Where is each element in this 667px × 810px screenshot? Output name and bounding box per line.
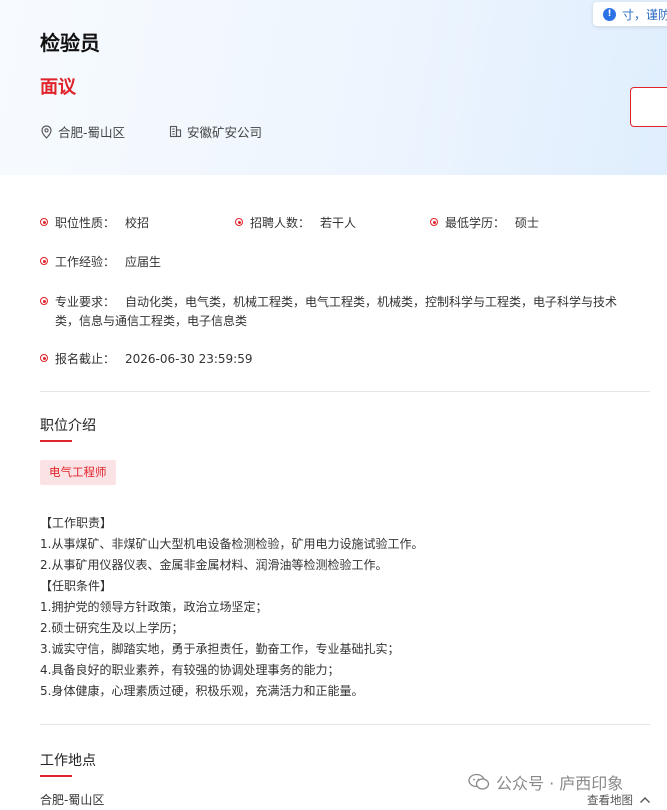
- recruit-count: 招聘人数： 若干人: [235, 214, 356, 233]
- major-requirement: 专业要求： 自动化类，电气类，机械工程类，电气工程类，机械类，控制科学与工程类，电…: [40, 293, 640, 331]
- job-title: 检验员: [40, 31, 100, 55]
- bullet-dot-icon: [40, 297, 48, 305]
- company-name: 安徽矿安公司: [187, 125, 263, 140]
- work-experience: 工作经验： 应届生: [40, 253, 161, 272]
- bullet-dot-icon: [235, 218, 243, 226]
- building-icon: [169, 125, 182, 138]
- info-icon: !: [603, 7, 616, 21]
- chevron-up-icon: [640, 797, 650, 803]
- watermark: 公众号 · 庐西印象: [468, 770, 623, 794]
- description-line: 5.身体健康，心理素质过硬，积极乐观，充满活力和正能量。: [40, 684, 364, 698]
- major-requirement-text: 专业要求： 自动化类，电气类，机械工程类，电气工程类，机械类，控制科学与工程类，电…: [55, 293, 640, 331]
- recruit-count-label: 招聘人数：: [250, 216, 311, 230]
- bullet-dot-icon: [40, 354, 48, 362]
- description-line: 1.拥护党的领导方针政策，政治立场坚定；: [40, 600, 268, 614]
- wechat-icon: [468, 773, 490, 790]
- company[interactable]: 安徽矿安公司: [169, 122, 262, 141]
- min-education: 最低学历： 硕士: [430, 214, 539, 233]
- job-nature-value: 校招: [125, 216, 150, 230]
- salary: 面议: [40, 77, 76, 98]
- section-title-work-location: 工作地点: [40, 750, 96, 777]
- deadline: 报名截止： 2026-06-30 23:59:59: [40, 350, 252, 369]
- job-location-text: 合肥-蜀山区: [58, 125, 126, 140]
- divider: [40, 391, 650, 392]
- job-location: 合肥-蜀山区: [40, 122, 125, 141]
- deadline-label: 报名截止：: [55, 352, 116, 366]
- description-line: 3.诚实守信，脚踏实地，勇于承担责任，勤奋工作，专业基础扎实；: [40, 642, 400, 656]
- recruit-count-value: 若干人: [320, 216, 357, 230]
- bullet-dot-icon: [40, 218, 48, 226]
- description-line: 【工作职责】: [40, 516, 113, 530]
- job-nature-label: 职位性质：: [55, 216, 116, 230]
- major-requirement-label: 专业要求：: [55, 295, 116, 309]
- description-line: 2.硕士研究生及以上学历；: [40, 621, 184, 635]
- deadline-value: 2026-06-30 23:59:59: [125, 352, 253, 366]
- bullet-dot-icon: [40, 257, 48, 265]
- work-experience-value: 应届生: [125, 255, 162, 269]
- min-education-label: 最低学历：: [445, 216, 506, 230]
- description-line: 【任职条件】: [40, 579, 113, 593]
- job-nature: 职位性质： 校招: [40, 214, 149, 233]
- location-pin-icon: [41, 124, 52, 139]
- watermark-text: 公众号 · 庐西印象: [496, 774, 624, 793]
- description-line: 1.从事煤矿、非煤矿山大型机电设备检测检验，矿用电力设施试验工作。: [40, 537, 424, 551]
- bullet-dot-icon: [430, 218, 438, 226]
- divider: [40, 724, 650, 725]
- view-map-link[interactable]: 查看地图: [587, 792, 651, 808]
- safety-notice[interactable]: ! 寸，谨防上: [593, 2, 667, 26]
- apply-button[interactable]: [630, 87, 667, 127]
- work-address: 合肥-蜀山区: [40, 793, 105, 807]
- job-tag: 电气工程师: [40, 460, 116, 485]
- min-education-value: 硕士: [515, 216, 540, 230]
- view-map-label: 查看地图: [587, 793, 633, 807]
- notice-text: 寸，谨防上: [622, 7, 667, 22]
- job-description: 【工作职责】 1.从事煤矿、非煤矿山大型机电设备检测检验，矿用电力设施试验工作。…: [40, 513, 650, 702]
- description-line: 2.从事矿用仪器仪表、金属非金属材料、润滑油等检测检验工作。: [40, 558, 388, 572]
- job-header: 检验员 面议 合肥-蜀山区 安徽矿安公司 ! 寸，谨防上: [0, 0, 667, 175]
- work-experience-label: 工作经验：: [55, 255, 116, 269]
- major-requirement-value: 自动化类，电气类，机械工程类，电气工程类，机械类，控制科学与工程类，电子科学与技…: [55, 295, 618, 328]
- section-title-job-intro: 职位介绍: [40, 415, 96, 442]
- description-line: 4.具备良好的职业素养，有较强的协调处理事务的能力；: [40, 663, 340, 677]
